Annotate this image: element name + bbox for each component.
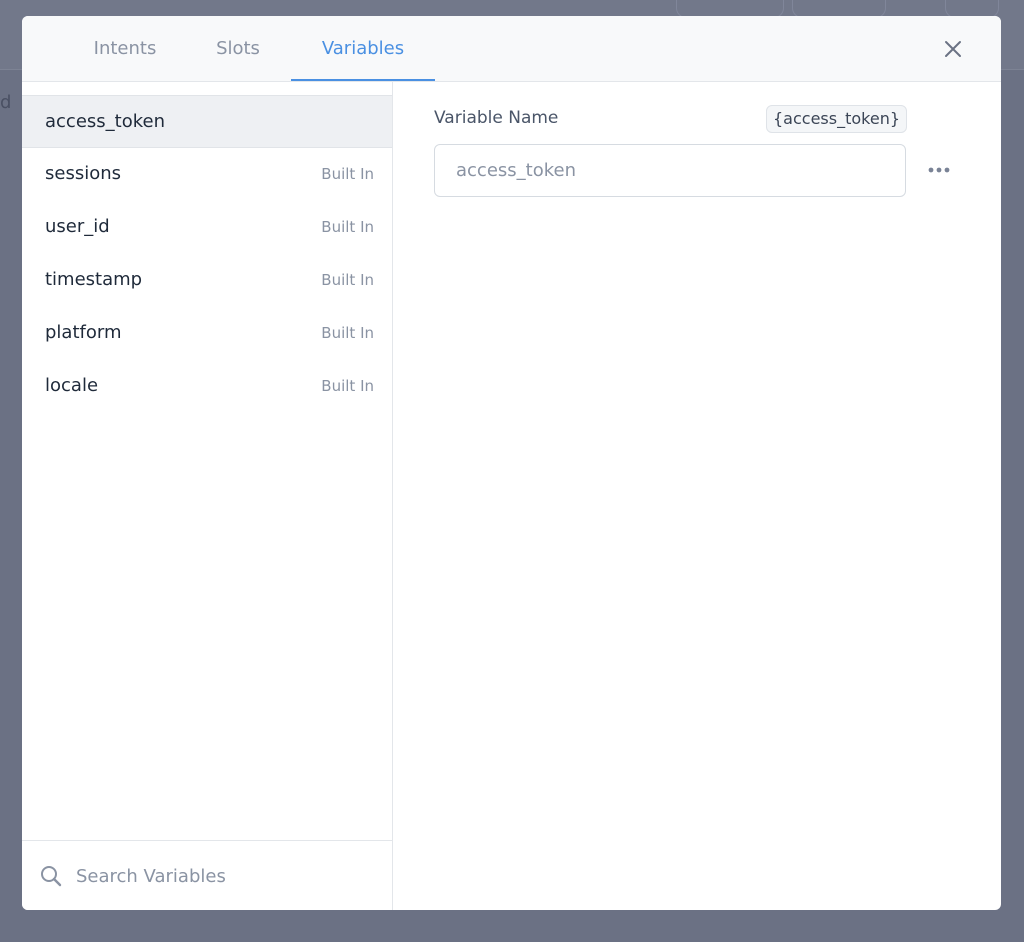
variable-detail-panel: Variable Name {access_token} [393,82,1001,910]
variable-search-bar [22,840,392,910]
built-in-tag: Built In [321,165,374,183]
variable-name: timestamp [45,269,143,290]
variable-item-sessions[interactable]: sessions Built In [22,148,392,201]
variable-name: locale [45,375,99,396]
variable-name-input[interactable] [434,144,906,197]
variables-sidebar: access_token sessions Built In user_id B… [22,82,393,910]
variable-item-access-token[interactable]: access_token [22,95,392,148]
tab-variables[interactable]: Variables [291,16,435,82]
variable-name: access_token [45,111,165,132]
tab-slots[interactable]: Slots [208,16,268,82]
modal-header: Intents Slots Variables [22,16,1001,82]
variable-name: sessions [45,163,122,184]
variable-item-platform[interactable]: platform Built In [22,307,392,360]
built-in-tag: Built In [321,377,374,395]
backdrop-text: d [0,92,12,113]
variable-token-badge: {access_token} [766,105,908,133]
variable-name: user_id [45,216,110,237]
variables-modal: Intents Slots Variables access_token ses… [22,16,1001,910]
search-icon [41,866,62,887]
tab-intents[interactable]: Intents [82,16,168,82]
variable-item-locale[interactable]: locale Built In [22,360,392,413]
close-button[interactable] [941,37,965,61]
built-in-tag: Built In [321,271,374,289]
variable-item-timestamp[interactable]: timestamp Built In [22,254,392,307]
more-horizontal-icon [928,167,950,173]
variable-name: platform [45,322,122,343]
active-tab-indicator [291,79,435,81]
search-variables-input[interactable] [76,859,376,893]
built-in-tag: Built In [321,324,374,342]
more-options-button[interactable] [925,158,953,182]
close-icon [945,41,961,57]
variable-list: access_token sessions Built In user_id B… [22,95,392,413]
built-in-tag: Built In [321,218,374,236]
variable-item-user-id[interactable]: user_id Built In [22,201,392,254]
variable-name-label: Variable Name [434,108,559,128]
